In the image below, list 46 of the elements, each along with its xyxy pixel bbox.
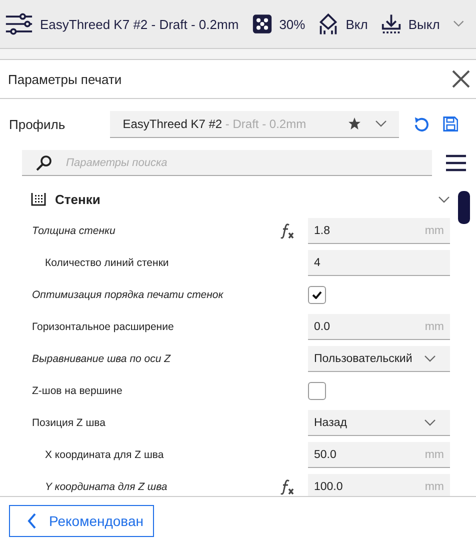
download-icon bbox=[380, 13, 402, 35]
chevron-down-icon bbox=[424, 418, 436, 426]
dropdown[interactable]: Пользовательский bbox=[308, 346, 450, 372]
chevron-down-icon bbox=[424, 354, 436, 362]
infill-value: 30% bbox=[279, 16, 306, 32]
number-field[interactable]: 50.0 mm bbox=[308, 442, 450, 468]
close-icon[interactable] bbox=[452, 70, 470, 88]
menu-icon[interactable] bbox=[446, 154, 466, 172]
adhesion-value: Выкл bbox=[408, 16, 440, 32]
profile-dropdown[interactable]: EasyThreed K7 #2 - Draft - 0.2mm bbox=[110, 110, 400, 138]
star-icon[interactable] bbox=[348, 117, 362, 130]
chevron-left-icon bbox=[27, 513, 37, 529]
setting-label: Горизонтальное расширение bbox=[31, 321, 175, 333]
support-icon bbox=[318, 12, 339, 36]
checkbox[interactable] bbox=[308, 382, 326, 400]
scrollbar-thumb[interactable] bbox=[458, 191, 470, 224]
infill-icon bbox=[252, 13, 272, 35]
section-title[interactable]: Стенки bbox=[55, 192, 100, 206]
setting-label: Y координата для Z шва bbox=[44, 481, 168, 493]
setting-label: Z-шов на вершине bbox=[31, 385, 124, 397]
support-value: Вкл bbox=[346, 16, 368, 32]
wall-icon bbox=[31, 192, 46, 206]
profile-label: Профиль bbox=[9, 116, 66, 132]
number-field[interactable]: 100.0 mm bbox=[308, 474, 450, 496]
setting-label: X координата для Z шва bbox=[44, 449, 165, 461]
setting-label: Толщина стенки bbox=[31, 225, 116, 237]
setting-label: Количество линий стенки bbox=[44, 257, 170, 269]
setting-label: Выравнивание шва по оси Z bbox=[31, 353, 172, 365]
setting-label: Оптимизация порядка печати стенок bbox=[31, 289, 224, 301]
chevron-down-icon bbox=[375, 120, 388, 128]
sliders-icon[interactable] bbox=[5, 12, 33, 36]
setting-label: Позиция Z шва bbox=[31, 417, 106, 429]
number-field[interactable]: 0.0 mm bbox=[308, 314, 450, 340]
chevron-down-icon[interactable] bbox=[452, 20, 464, 28]
search-field[interactable]: Параметры поиска bbox=[22, 150, 432, 176]
profile-label[interactable]: EasyThreed K7 #2 - Draft - 0.2mm bbox=[40, 16, 239, 32]
check-icon bbox=[312, 291, 322, 299]
number-field[interactable]: 4 bbox=[308, 250, 450, 276]
dropdown[interactable]: Назад bbox=[308, 410, 450, 436]
recommended-button[interactable]: Рекомендован bbox=[9, 505, 154, 537]
checkbox[interactable] bbox=[308, 286, 326, 304]
search-icon bbox=[36, 155, 52, 171]
number-field[interactable]: 1.8 mm bbox=[308, 218, 450, 244]
panel-title: Параметры печати bbox=[8, 72, 122, 86]
save-icon[interactable] bbox=[442, 116, 458, 132]
reset-icon[interactable] bbox=[413, 116, 428, 132]
